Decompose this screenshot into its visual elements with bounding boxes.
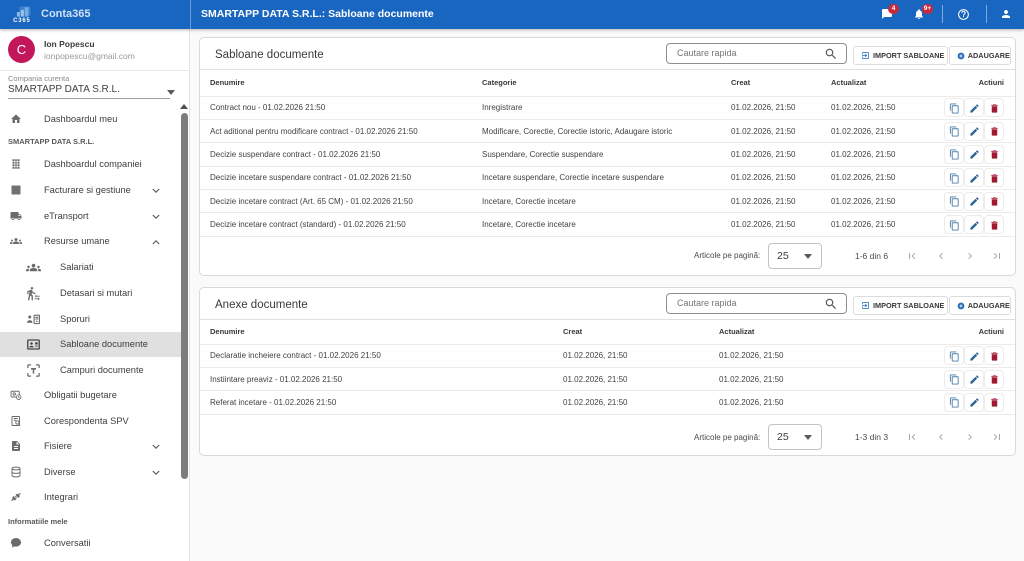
svg-text:C365: C365 xyxy=(13,18,31,23)
